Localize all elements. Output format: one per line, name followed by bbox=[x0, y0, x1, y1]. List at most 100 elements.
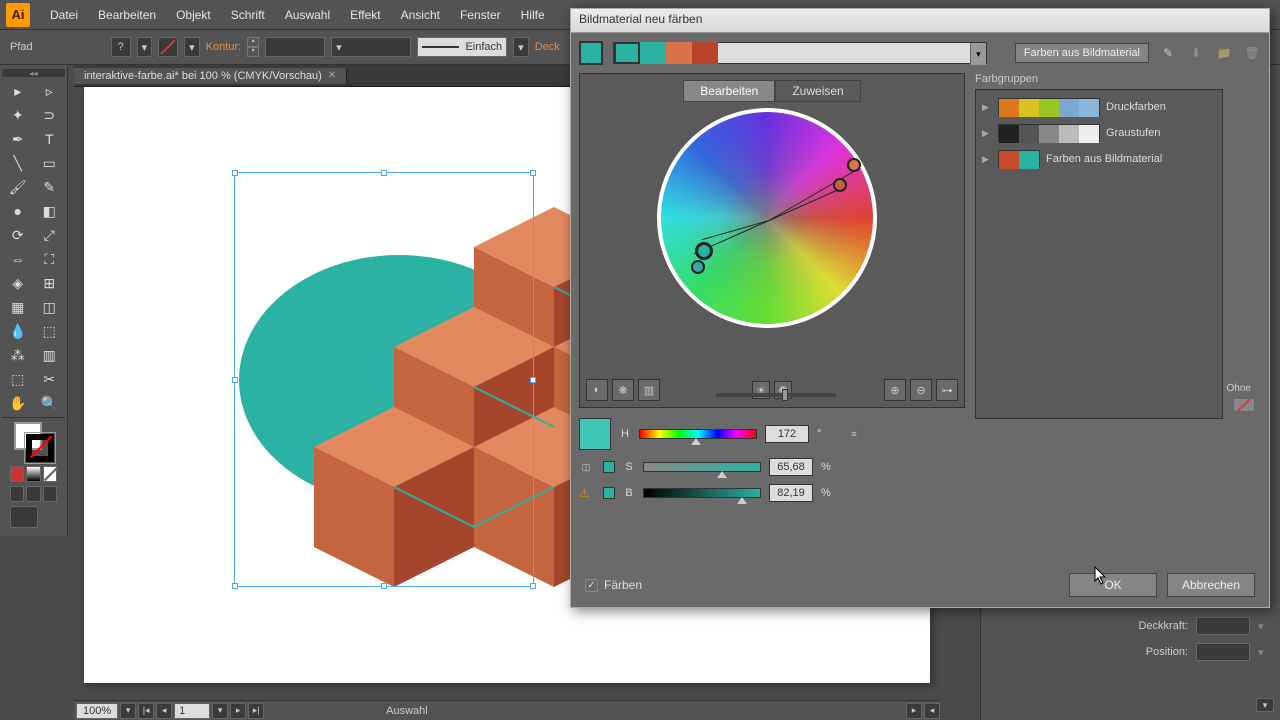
b-slider[interactable] bbox=[643, 488, 761, 498]
scale-tool[interactable]: ⤢ bbox=[34, 223, 66, 247]
tab-assign[interactable]: Zuweisen bbox=[775, 80, 860, 102]
screen-mode-button[interactable] bbox=[10, 506, 38, 528]
stroke-weight-spinner[interactable]: ▴▾ bbox=[247, 37, 259, 57]
prev-artboard-button[interactable]: ◂ bbox=[156, 703, 172, 719]
close-tab-icon[interactable]: ✕ bbox=[328, 70, 336, 81]
mesh-tool[interactable]: ▦ bbox=[2, 295, 34, 319]
color-mode-swatches[interactable] bbox=[10, 466, 57, 482]
menu-type[interactable]: Schrift bbox=[221, 4, 275, 26]
toolbar-collapse[interactable]: ◂◂ bbox=[2, 69, 65, 77]
pencil-tool[interactable]: ✎ bbox=[34, 175, 66, 199]
dialog-titlebar[interactable]: Bildmaterial neu färben bbox=[571, 9, 1269, 33]
menu-help[interactable]: Hilfe bbox=[511, 4, 555, 26]
h-slider[interactable] bbox=[639, 429, 757, 439]
color-group-strip[interactable]: ▾ bbox=[613, 42, 987, 64]
symbol-sprayer-tool[interactable]: ⁂ bbox=[2, 343, 34, 367]
stroke-style-dropdown[interactable]: Einfach bbox=[417, 37, 507, 57]
save-group-icon[interactable]: ⬇ bbox=[1187, 44, 1205, 62]
bars-button[interactable]: ▥ bbox=[638, 379, 660, 401]
h-value[interactable]: 172 bbox=[765, 425, 809, 443]
color-group-row[interactable]: ▶ Farben aus Bildmaterial bbox=[980, 146, 1218, 172]
menu-edit[interactable]: Bearbeiten bbox=[88, 4, 166, 26]
stroke-weight-field[interactable] bbox=[265, 37, 325, 57]
cancel-button[interactable]: Abbrechen bbox=[1167, 573, 1255, 597]
add-to-swatches-icon[interactable]: ◫ bbox=[579, 460, 593, 474]
tab-edit[interactable]: Bearbeiten bbox=[683, 80, 775, 102]
menu-file[interactable]: Datei bbox=[40, 4, 88, 26]
panel-collapse-arrow[interactable]: ▾ bbox=[1256, 698, 1274, 712]
hand-tool[interactable]: ✋ bbox=[2, 391, 34, 415]
color-group-row[interactable]: ▶ Graustufen bbox=[980, 120, 1218, 146]
brush-def-dropdown[interactable]: ▾ bbox=[331, 37, 411, 57]
direct-selection-tool[interactable]: ▹ bbox=[34, 79, 66, 103]
expand-icon[interactable]: ▶ bbox=[982, 128, 992, 139]
stroke-style-chevron[interactable]: ▾ bbox=[513, 37, 529, 57]
free-transform-tool[interactable]: ⛶ bbox=[34, 247, 66, 271]
zoom-field[interactable]: 100% bbox=[76, 703, 118, 719]
smooth-wheel-button[interactable]: ◐ bbox=[586, 379, 608, 401]
fill-swatch-control[interactable]: ? bbox=[111, 37, 131, 57]
rectangle-tool[interactable]: ▭ bbox=[34, 151, 66, 175]
menu-object[interactable]: Objekt bbox=[166, 4, 221, 26]
none-swatch-icon[interactable] bbox=[1233, 398, 1255, 412]
slice-tool[interactable]: ✂ bbox=[34, 367, 66, 391]
scroll-left-button[interactable]: ◂ bbox=[924, 703, 940, 719]
paintbrush-tool[interactable]: 🖌 bbox=[2, 175, 34, 199]
menu-window[interactable]: Fenster bbox=[450, 4, 511, 26]
expand-icon[interactable]: ▶ bbox=[982, 102, 992, 113]
pen-tool[interactable]: ✒ bbox=[2, 127, 34, 151]
ok-button[interactable]: OK bbox=[1069, 573, 1157, 597]
active-color-swatch[interactable] bbox=[579, 41, 603, 65]
blend-tool[interactable]: ⬚ bbox=[34, 319, 66, 343]
current-color-swatch[interactable] bbox=[579, 418, 611, 450]
color-wheel[interactable] bbox=[657, 108, 887, 338]
graph-tool[interactable]: ▥ bbox=[34, 343, 66, 367]
status-menu-button[interactable]: ▸ bbox=[906, 703, 922, 719]
selection-tool[interactable]: ▸ bbox=[2, 79, 34, 103]
draw-mode-buttons[interactable] bbox=[10, 486, 57, 502]
blob-brush-tool[interactable]: ● bbox=[2, 199, 34, 223]
s-slider[interactable] bbox=[643, 462, 761, 472]
line-tool[interactable]: ╲ bbox=[2, 151, 34, 175]
artboard-number-field[interactable]: 1 bbox=[174, 703, 210, 719]
lasso-tool[interactable]: ⊃ bbox=[34, 103, 66, 127]
zoom-tool[interactable]: 🔍 bbox=[34, 391, 66, 415]
colors-from-artwork-button[interactable]: Farben aus Bildmaterial bbox=[1015, 43, 1149, 63]
opacity-dropdown[interactable] bbox=[1196, 617, 1250, 635]
remove-color-button[interactable]: ⊖ bbox=[910, 379, 932, 401]
eraser-tool[interactable]: ◧ bbox=[34, 199, 66, 223]
menu-effect[interactable]: Effekt bbox=[340, 4, 390, 26]
magic-wand-tool[interactable]: ✦ bbox=[2, 103, 34, 127]
b-value[interactable]: 82,19 bbox=[769, 484, 813, 502]
zoom-dropdown[interactable]: ▾ bbox=[120, 703, 136, 719]
trash-icon[interactable]: 🗑 bbox=[1243, 44, 1261, 62]
perspective-tool[interactable]: ⊞ bbox=[34, 271, 66, 295]
s-value[interactable]: 65,68 bbox=[769, 458, 813, 476]
rotate-tool[interactable]: ⟳ bbox=[2, 223, 34, 247]
stroke-dropdown[interactable]: ▾ bbox=[184, 37, 200, 57]
document-tab[interactable]: interaktive-farbe.ai* bei 100 % (CMYK/Vo… bbox=[74, 68, 347, 84]
stroke-label-link[interactable]: Kontur: bbox=[206, 41, 241, 53]
artboard-tool[interactable]: ⬚ bbox=[2, 367, 34, 391]
tint-checkbox[interactable]: ✓ bbox=[585, 579, 598, 592]
type-tool[interactable]: T bbox=[34, 127, 66, 151]
link-harmony-button[interactable]: ⊶ bbox=[936, 379, 958, 401]
segmented-wheel-button[interactable]: ❋ bbox=[612, 379, 634, 401]
slider-menu-icon[interactable]: ≡ bbox=[847, 427, 861, 441]
shape-builder-tool[interactable]: ◈ bbox=[2, 271, 34, 295]
menu-view[interactable]: Ansicht bbox=[391, 4, 450, 26]
eyedropper-tool[interactable]: 💧 bbox=[2, 319, 34, 343]
next-artboard-button[interactable]: ▸ bbox=[230, 703, 246, 719]
width-tool[interactable]: ⇔ bbox=[2, 247, 34, 271]
position-dropdown[interactable] bbox=[1196, 643, 1250, 661]
stroke-swatch-control[interactable] bbox=[158, 37, 178, 57]
opacity-link[interactable]: Deck bbox=[535, 41, 560, 53]
color-group-row[interactable]: ▶ Druckfarben bbox=[980, 94, 1218, 120]
add-color-button[interactable]: ⊕ bbox=[884, 379, 906, 401]
edit-group-icon[interactable]: ✎ bbox=[1159, 44, 1177, 62]
fill-dropdown[interactable]: ▾ bbox=[137, 37, 153, 57]
artboard-dropdown[interactable]: ▾ bbox=[212, 703, 228, 719]
first-artboard-button[interactable]: |◂ bbox=[138, 703, 154, 719]
expand-icon[interactable]: ▶ bbox=[982, 154, 992, 165]
last-artboard-button[interactable]: ▸| bbox=[248, 703, 264, 719]
